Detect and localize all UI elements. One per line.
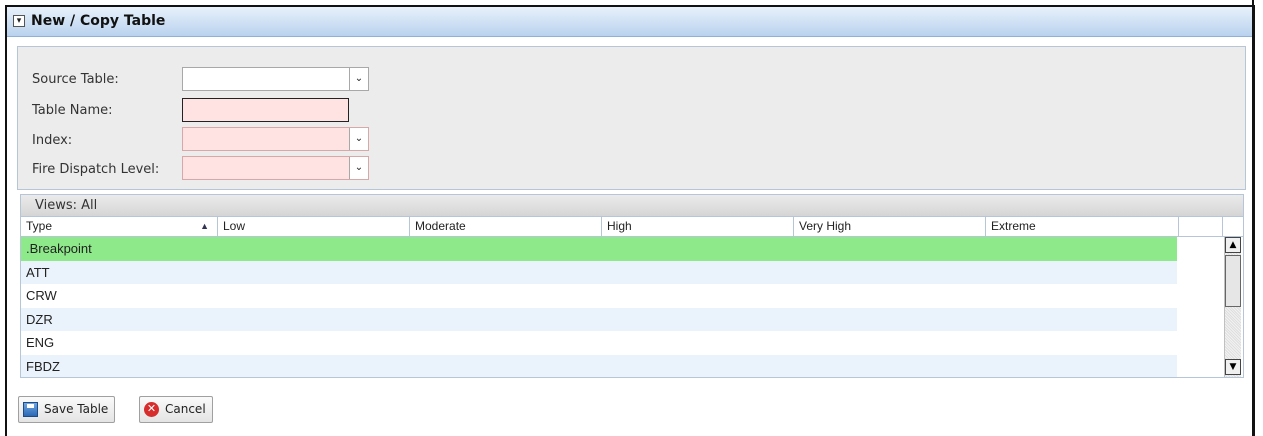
window-titlebar: ▾ New / Copy Table	[7, 7, 1253, 37]
window-border	[1252, 0, 1254, 436]
sort-ascending-icon: ▲	[200, 221, 209, 231]
scroll-thumb[interactable]	[1225, 255, 1241, 307]
window-title: New / Copy Table	[31, 13, 166, 29]
save-icon	[23, 402, 38, 417]
grid-header: Type ▲ Low Moderate High Very High Extre…	[21, 217, 1243, 237]
views-label: Views: All	[35, 198, 98, 213]
index-label: Index:	[32, 133, 73, 148]
scroll-down-icon[interactable]: ▼	[1225, 359, 1241, 375]
column-header-high[interactable]: High	[602, 217, 794, 236]
index-select[interactable]: ⌄	[182, 127, 369, 151]
column-header-extreme[interactable]: Extreme	[986, 217, 1179, 236]
save-table-label: Save Table	[44, 402, 109, 416]
table-name-label: Table Name:	[32, 103, 113, 118]
vertical-scrollbar[interactable]: ▲ ▼	[1224, 237, 1241, 377]
chevron-down-icon[interactable]: ⌄	[349, 68, 368, 90]
table-row[interactable]: CRW	[21, 284, 1177, 308]
grid-rows: .Breakpoint ATT CRW DZR ENG FBDZ	[21, 237, 1177, 377]
type-grid: Views: All Type ▲ Low Moderate High Very…	[20, 194, 1244, 378]
table-form-panel: Source Table: ⌄ Table Name: Index: ⌄ Fir…	[17, 46, 1246, 190]
cancel-icon: ✕	[144, 402, 159, 417]
cancel-label: Cancel	[165, 402, 206, 416]
collapse-icon[interactable]: ▾	[13, 15, 25, 27]
table-row[interactable]: .Breakpoint	[21, 237, 1177, 261]
column-header-moderate[interactable]: Moderate	[410, 217, 602, 236]
save-table-button[interactable]: Save Table	[18, 396, 116, 423]
column-header-low[interactable]: Low	[218, 217, 410, 236]
table-row[interactable]: DZR	[21, 307, 1177, 331]
table-row[interactable]: ENG	[21, 331, 1177, 355]
table-name-input[interactable]	[182, 98, 349, 122]
fire-dispatch-level-select[interactable]: ⌄	[182, 156, 369, 180]
scroll-up-icon[interactable]: ▲	[1225, 237, 1241, 253]
table-row[interactable]: FBDZ	[21, 354, 1177, 377]
chevron-down-icon[interactable]: ⌄	[349, 157, 368, 179]
column-header-spacer	[1179, 217, 1223, 236]
column-header-type[interactable]: Type ▲	[21, 217, 218, 236]
cancel-button[interactable]: ✕ Cancel	[139, 396, 213, 423]
views-bar: Views: All	[21, 195, 1243, 217]
source-table-label: Source Table:	[32, 72, 119, 87]
source-table-select[interactable]: ⌄	[182, 67, 369, 91]
new-copy-table-window: ▾ New / Copy Table Source Table: ⌄ Table…	[5, 5, 1255, 436]
chevron-down-icon[interactable]: ⌄	[349, 128, 368, 150]
fire-dispatch-level-label: Fire Dispatch Level:	[32, 162, 160, 177]
column-header-type-label: Type	[26, 219, 53, 233]
column-header-very-high[interactable]: Very High	[794, 217, 986, 236]
table-row[interactable]: ATT	[21, 260, 1177, 284]
